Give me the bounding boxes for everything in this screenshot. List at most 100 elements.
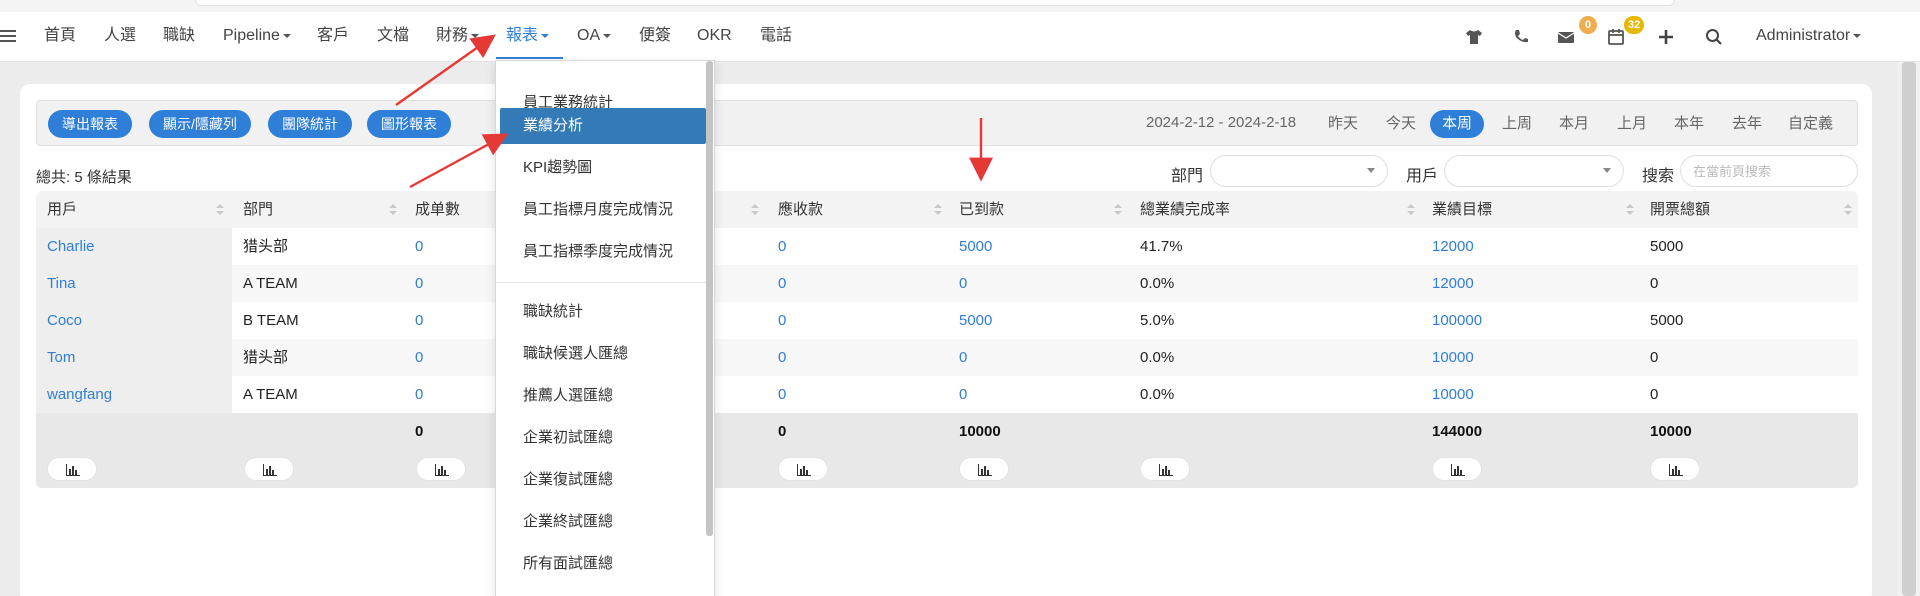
period-last-week[interactable]: 上周 [1502, 110, 1532, 138]
mail-icon[interactable] [1556, 27, 1576, 47]
page-scrollbar[interactable] [1898, 62, 1920, 596]
menu-item-quarterly-completion[interactable]: 員工指標季度完成情況 [523, 234, 673, 270]
sort-icon[interactable] [751, 204, 759, 216]
receivable-link[interactable]: 0 [778, 302, 786, 339]
received-link[interactable]: 5000 [959, 228, 992, 265]
page-scrollbar-thumb[interactable] [1902, 62, 1916, 596]
nav-home[interactable]: 首頁 [44, 12, 76, 62]
team-stats-button[interactable]: 團隊統計 [268, 110, 352, 138]
user-link[interactable]: wangfang [47, 376, 112, 413]
menu-item-performance-analysis[interactable]: 業績分析 [500, 108, 706, 144]
target-link[interactable]: 12000 [1432, 228, 1474, 265]
nav-clients[interactable]: 客戶 [317, 12, 349, 62]
nav-reports[interactable]: 報表 [495, 12, 564, 62]
target-link[interactable]: 100000 [1432, 302, 1482, 339]
user-link[interactable]: Coco [47, 302, 82, 339]
column-chart-button[interactable] [778, 457, 828, 481]
header-dept[interactable]: 部門 [243, 191, 273, 228]
header-completion-rate[interactable]: 總業績完成率 [1140, 191, 1230, 228]
menu-item-all-interviews-summary[interactable]: 所有面試匯總 [523, 546, 613, 582]
sort-icon[interactable] [934, 204, 942, 216]
user-link[interactable]: Tom [47, 339, 75, 376]
shirt-icon[interactable] [1464, 27, 1484, 47]
menu-item-kpi-trend[interactable]: KPI趨勢圖 [523, 150, 592, 186]
period-last-year[interactable]: 去年 [1732, 110, 1762, 138]
column-chart-button[interactable] [244, 457, 294, 481]
export-report-button[interactable]: 導出報表 [48, 110, 132, 138]
menu-item-job-stats[interactable]: 職缺統計 [523, 294, 583, 330]
menu-scrollbar[interactable] [706, 61, 713, 536]
menu-item-job-candidate-summary[interactable]: 職缺候選人匯總 [523, 336, 628, 372]
menu-toggle-icon[interactable] [0, 30, 16, 42]
received-link[interactable]: 0 [959, 265, 967, 302]
deals-link[interactable]: 0 [415, 376, 423, 413]
header-user[interactable]: 用戶 [47, 191, 77, 228]
user-link[interactable]: Charlie [47, 228, 95, 265]
header-received[interactable]: 已到款 [959, 191, 1004, 228]
header-invoice[interactable]: 開票總額 [1650, 191, 1710, 228]
column-chart-button[interactable] [1140, 457, 1190, 481]
deals-link[interactable]: 0 [415, 265, 423, 302]
nav-documents[interactable]: 文檔 [377, 12, 409, 62]
nav-jobs[interactable]: 職缺 [163, 12, 195, 62]
receivable-link[interactable]: 0 [778, 228, 786, 265]
column-chart-button[interactable] [959, 457, 1009, 481]
user-menu[interactable]: Administrator [1756, 12, 1862, 62]
nav-oa[interactable]: OA [577, 12, 612, 62]
received-link[interactable]: 5000 [959, 302, 992, 339]
menu-item-first-interview-summary[interactable]: 企業初試匯總 [523, 420, 613, 456]
phone-icon[interactable] [1511, 27, 1531, 47]
user-filter-select[interactable] [1444, 155, 1624, 187]
period-this-year[interactable]: 本年 [1674, 110, 1704, 138]
deals-link[interactable]: 0 [415, 339, 423, 376]
column-chart-button[interactable] [1650, 457, 1700, 481]
column-chart-button[interactable] [47, 457, 97, 481]
column-chart-button[interactable] [1432, 457, 1482, 481]
menu-item-second-interview-summary[interactable]: 企業復試匯總 [523, 462, 613, 498]
toggle-columns-button[interactable]: 顯示/隱藏列 [149, 110, 251, 138]
receivable-link[interactable]: 0 [778, 339, 786, 376]
chart-report-button[interactable]: 圖形報表 [367, 110, 451, 138]
nav-phone[interactable]: 電話 [760, 12, 792, 62]
search-input[interactable] [1680, 155, 1858, 187]
target-link[interactable]: 10000 [1432, 339, 1474, 376]
calendar-icon[interactable] [1606, 27, 1626, 47]
menu-item-monthly-completion[interactable]: 員工指標月度完成情況 [523, 192, 673, 228]
sort-icon[interactable] [1844, 204, 1852, 216]
header-deals[interactable]: 成单數 [415, 191, 460, 228]
sort-icon[interactable] [216, 204, 224, 216]
sort-icon[interactable] [1626, 204, 1634, 216]
menu-item-final-interview-summary[interactable]: 企業終試匯總 [523, 504, 613, 540]
header-target[interactable]: 業績目標 [1432, 191, 1492, 228]
nav-candidates[interactable]: 人選 [104, 12, 136, 62]
period-today[interactable]: 今天 [1386, 110, 1416, 138]
header-receivable[interactable]: 應收款 [778, 191, 823, 228]
period-yesterday[interactable]: 昨天 [1328, 110, 1358, 138]
user-link[interactable]: Tina [47, 265, 76, 302]
period-custom[interactable]: 自定義 [1788, 110, 1833, 138]
sort-icon[interactable] [389, 204, 397, 216]
date-range[interactable]: 2024-2-12 - 2024-2-18 [1146, 114, 1296, 131]
nav-finance[interactable]: 財務 [436, 12, 480, 62]
nav-notes[interactable]: 便簽 [639, 12, 671, 62]
target-link[interactable]: 12000 [1432, 265, 1474, 302]
search-icon[interactable] [1704, 27, 1724, 47]
sort-icon[interactable] [1407, 204, 1415, 216]
target-link[interactable]: 10000 [1432, 376, 1474, 413]
deals-link[interactable]: 0 [415, 228, 423, 265]
menu-item-referral-summary[interactable]: 推薦人選匯總 [523, 378, 613, 414]
receivable-link[interactable]: 0 [778, 376, 786, 413]
period-this-month[interactable]: 本月 [1559, 110, 1589, 138]
period-last-month[interactable]: 上月 [1617, 110, 1647, 138]
sort-icon[interactable] [1114, 204, 1122, 216]
dept-filter-select[interactable] [1210, 155, 1388, 187]
nav-pipeline[interactable]: Pipeline [223, 12, 291, 62]
receivable-link[interactable]: 0 [778, 265, 786, 302]
plus-icon[interactable] [1656, 27, 1676, 47]
nav-okr[interactable]: OKR [697, 12, 732, 62]
received-link[interactable]: 0 [959, 339, 967, 376]
column-chart-button[interactable] [416, 457, 466, 481]
received-link[interactable]: 0 [959, 376, 967, 413]
period-this-week[interactable]: 本周 [1430, 110, 1485, 138]
deals-link[interactable]: 0 [415, 302, 423, 339]
